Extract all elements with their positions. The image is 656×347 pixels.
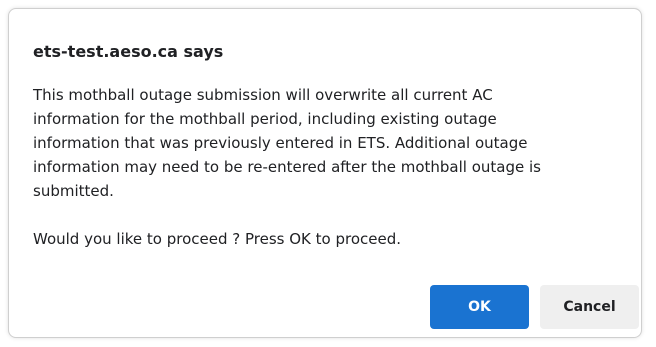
message-line: information for the mothball period, inc… [33,110,497,128]
alert-dialog: ets-test.aeso.ca says This mothball outa… [8,8,642,338]
dialog-prompt: Would you like to proceed ? Press OK to … [33,230,402,248]
message-line: information that was previously entered … [33,134,528,152]
dialog-message: This mothball outage submission will ove… [33,83,623,251]
cancel-button[interactable]: Cancel [540,285,639,329]
ok-button[interactable]: OK [430,285,529,329]
message-line: This mothball outage submission will ove… [33,86,493,104]
message-line: submitted. [33,182,114,200]
message-line: information may need to be re-entered af… [33,158,541,176]
dialog-title: ets-test.aeso.ca says [33,42,224,61]
